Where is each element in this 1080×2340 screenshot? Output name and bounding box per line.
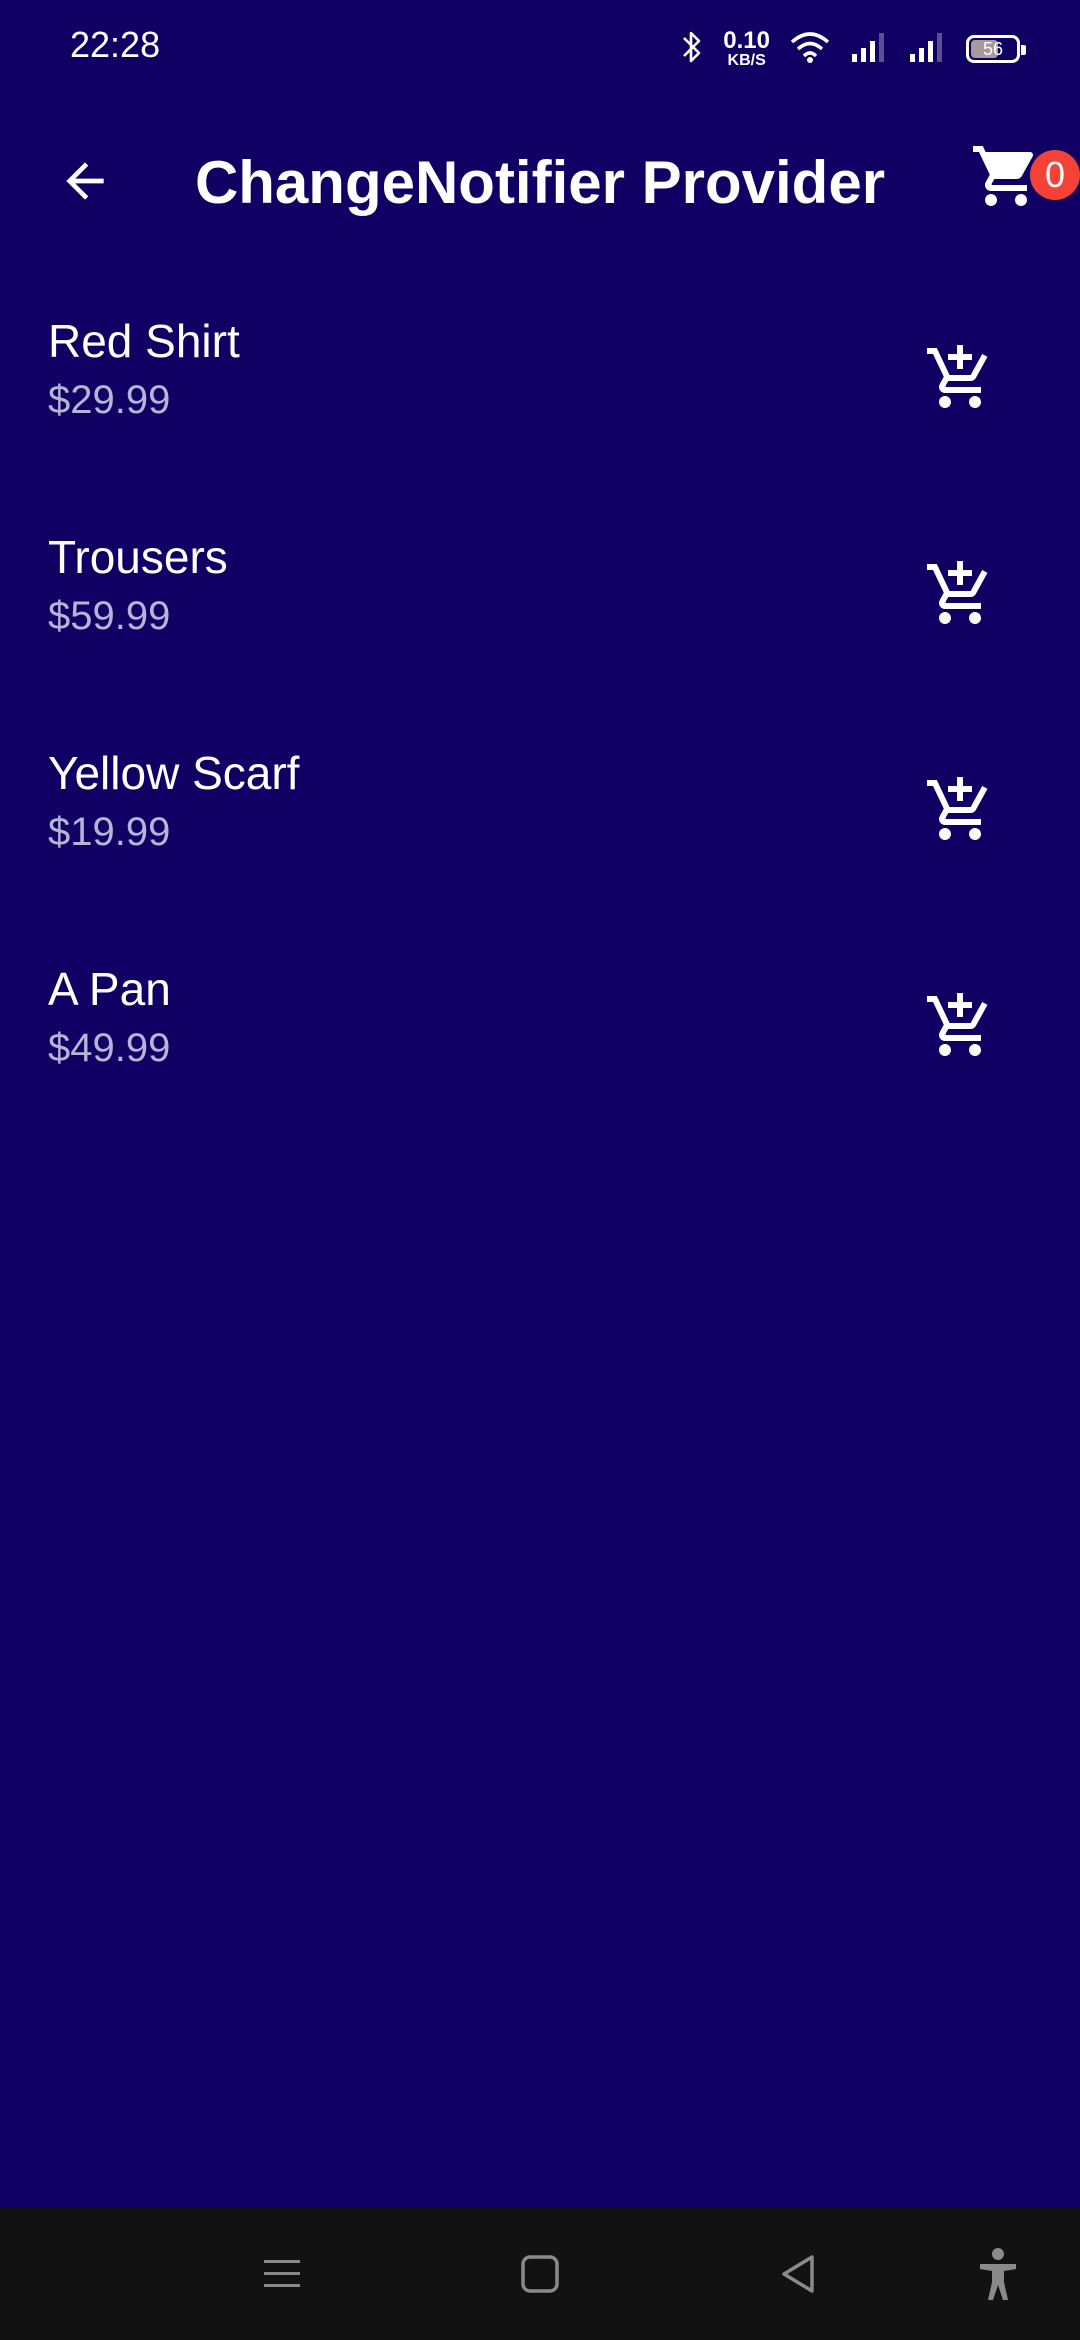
list-item: Yellow Scarf $19.99 xyxy=(0,722,1080,938)
menu-icon xyxy=(264,2260,300,2287)
back-nav-button[interactable] xyxy=(768,2244,828,2304)
product-price: $59.99 xyxy=(48,594,171,638)
product-price: $19.99 xyxy=(48,810,171,854)
accessibility-button[interactable] xyxy=(968,2244,1028,2304)
system-nav-bar xyxy=(0,2208,1080,2340)
product-price: $29.99 xyxy=(48,378,171,422)
list-item: Red Shirt $29.99 xyxy=(0,290,1080,506)
add-to-cart-button[interactable] xyxy=(912,978,1008,1074)
battery-level: 56 xyxy=(982,38,1004,59)
status-bar: 22:28 0.10 KB/S 56 xyxy=(0,0,1080,96)
product-name: Yellow Scarf xyxy=(48,747,300,799)
list-item: A Pan $49.99 xyxy=(0,938,1080,1154)
home-square-icon xyxy=(521,2255,559,2293)
home-button[interactable] xyxy=(510,2244,570,2304)
add-shopping-cart-icon xyxy=(927,777,988,840)
product-name: Trousers xyxy=(48,531,228,583)
menu-button[interactable] xyxy=(252,2244,312,2304)
page-title: ChangeNotifier Provider xyxy=(194,149,886,216)
list-item: Trousers $59.99 xyxy=(0,506,1080,722)
status-icons: 0.10 KB/S 56 xyxy=(681,24,1026,74)
product-price: $49.99 xyxy=(48,1026,171,1070)
wifi-icon xyxy=(790,30,830,69)
signal-icon xyxy=(850,30,888,69)
add-shopping-cart-icon xyxy=(927,993,988,1056)
add-shopping-cart-icon xyxy=(927,345,988,408)
cart-button[interactable]: 0 xyxy=(960,132,1080,228)
add-to-cart-button[interactable] xyxy=(912,546,1008,642)
battery-icon: 56 xyxy=(966,35,1026,63)
signal-icon xyxy=(908,30,946,69)
bluetooth-icon xyxy=(681,29,703,70)
cart-count-badge: 0 xyxy=(1030,150,1080,200)
back-triangle-icon xyxy=(782,2255,814,2293)
add-to-cart-button[interactable] xyxy=(912,762,1008,858)
status-time: 22:28 xyxy=(70,24,161,65)
add-shopping-cart-icon xyxy=(927,561,988,624)
product-name: Red Shirt xyxy=(48,315,240,367)
product-name: A Pan xyxy=(48,963,171,1015)
product-list: Red Shirt $29.99 Trousers $59.99 Yellow … xyxy=(0,290,1080,1154)
network-speed-value: 0.10 xyxy=(723,27,770,54)
network-speed: 0.10 KB/S xyxy=(723,29,770,69)
accessibility-icon xyxy=(980,2248,1016,2300)
network-speed-unit: KB/S xyxy=(727,52,766,69)
app-bar: ChangeNotifier Provider 0 xyxy=(0,96,1080,264)
add-to-cart-button[interactable] xyxy=(912,330,1008,426)
